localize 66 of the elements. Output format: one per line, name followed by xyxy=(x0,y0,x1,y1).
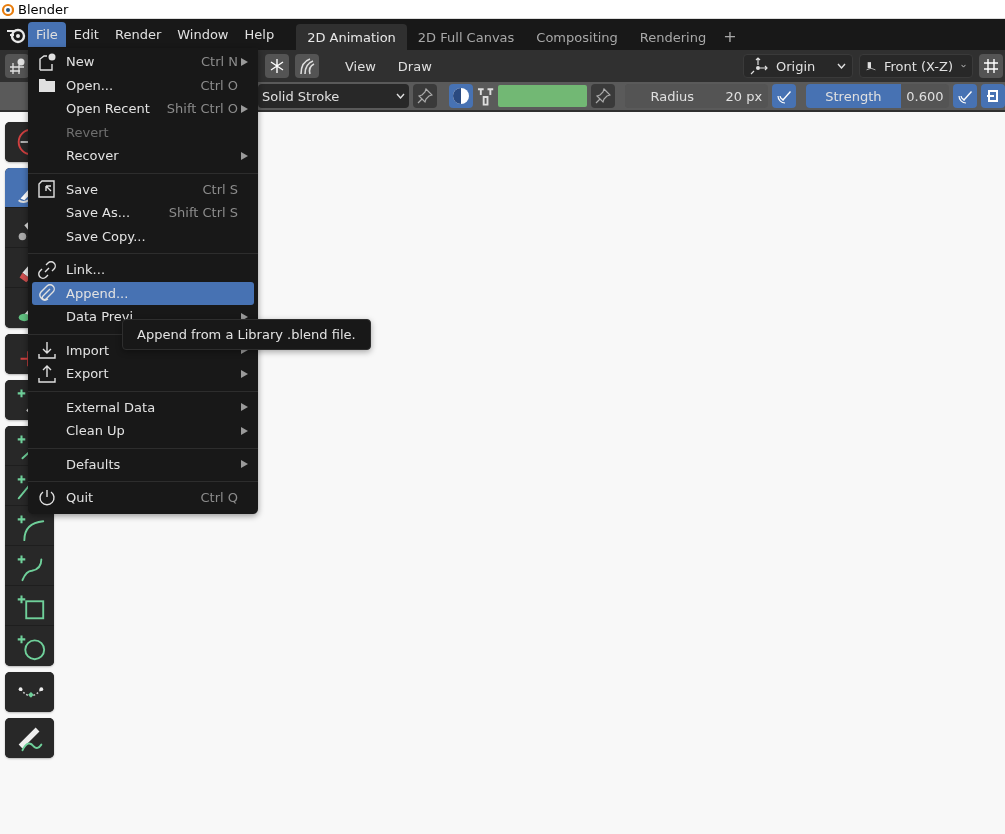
half-sphere-icon xyxy=(451,87,470,105)
tooltip: Append from a Library .blend file. xyxy=(122,319,371,350)
add-workspace-button[interactable]: + xyxy=(717,27,743,46)
folder-icon xyxy=(38,77,56,94)
menu-entry[interactable]: Save Copy... xyxy=(32,224,254,248)
header-menu[interactable]: Draw xyxy=(389,58,440,74)
link-square-icon xyxy=(987,88,999,104)
power-icon xyxy=(38,488,56,507)
material-mode-button[interactable] xyxy=(448,84,473,108)
tool-button[interactable] xyxy=(5,718,54,758)
menu-entry[interactable]: New Ctrl N xyxy=(32,50,254,74)
save-icon xyxy=(38,180,56,199)
tool-button[interactable] xyxy=(5,506,54,546)
menu-entry[interactable]: Save Ctrl S xyxy=(32,177,254,201)
radius-field[interactable]: Radius 20 px xyxy=(624,84,768,108)
layered-arcs-icon xyxy=(298,57,316,75)
menu-item[interactable]: Edit xyxy=(65,22,107,47)
snowflake-icon xyxy=(269,58,285,74)
workspace-tab[interactable]: Rendering xyxy=(628,24,718,50)
menu-entry[interactable]: Append... xyxy=(32,281,254,305)
menu-entry[interactable]: Export xyxy=(32,362,254,386)
tool-button[interactable] xyxy=(5,626,54,666)
menu-entry[interactable]: Open... Ctrl O xyxy=(32,73,254,97)
chevron-down-icon xyxy=(961,63,966,69)
grid-button[interactable] xyxy=(979,54,1003,78)
import-icon xyxy=(38,341,56,360)
pivot-icon xyxy=(750,57,768,75)
view-dropdown[interactable]: Front (X-Z) xyxy=(859,54,973,78)
chevron-down-icon xyxy=(396,93,406,99)
grid-icon xyxy=(983,58,999,74)
snowflake-button[interactable] xyxy=(265,54,289,78)
header-menu[interactable]: View xyxy=(337,58,384,74)
menu-entry[interactable]: External Data xyxy=(32,395,254,419)
multiframe-button[interactable] xyxy=(295,54,319,78)
chevron-down-icon xyxy=(837,63,846,69)
workspace-tab[interactable]: 2D Animation xyxy=(296,24,407,50)
color-swatch[interactable] xyxy=(498,85,587,107)
menu-item[interactable]: Render xyxy=(106,22,170,47)
new-file-icon xyxy=(38,52,56,71)
menu-item[interactable]: Window xyxy=(169,22,237,47)
stroke-material-dropdown[interactable]: Solid Stroke xyxy=(258,84,410,108)
mode-button[interactable] xyxy=(5,54,29,78)
tool-button[interactable] xyxy=(5,586,54,626)
vertex-paint-icon[interactable] xyxy=(476,86,495,106)
pivot-dropdown[interactable]: Origin xyxy=(743,54,853,78)
link-icon xyxy=(38,260,56,279)
menu-entry[interactable]: Defaults xyxy=(32,452,254,476)
menu-item[interactable]: Help xyxy=(236,22,283,47)
workspace-tab[interactable]: Compositing xyxy=(525,24,629,50)
menu-entry[interactable]: Save As... Shift Ctrl S xyxy=(32,201,254,225)
app-logo-icon xyxy=(0,2,14,16)
strength-field[interactable]: Strength 0.600 xyxy=(805,84,949,108)
menu-entry[interactable]: Open Recent Shift Ctrl O xyxy=(32,97,254,121)
tool-button[interactable] xyxy=(5,546,54,586)
export-icon xyxy=(38,364,56,383)
window-title: Blender xyxy=(18,1,69,17)
menu-item[interactable]: File xyxy=(28,22,66,47)
paperclip-icon xyxy=(38,284,56,303)
tool-button[interactable] xyxy=(5,672,54,712)
menu-entry[interactable]: Clean Up xyxy=(32,419,254,443)
menu-entry[interactable]: Recover xyxy=(32,144,254,168)
menu-entry[interactable]: Link... xyxy=(32,258,254,282)
grease-pencil-mode-icon xyxy=(8,57,26,75)
menu-entry[interactable]: Quit Ctrl Q xyxy=(32,486,254,510)
workspace-tab[interactable]: 2D Full Canvas xyxy=(406,24,526,50)
lock-button[interactable] xyxy=(981,84,1005,108)
